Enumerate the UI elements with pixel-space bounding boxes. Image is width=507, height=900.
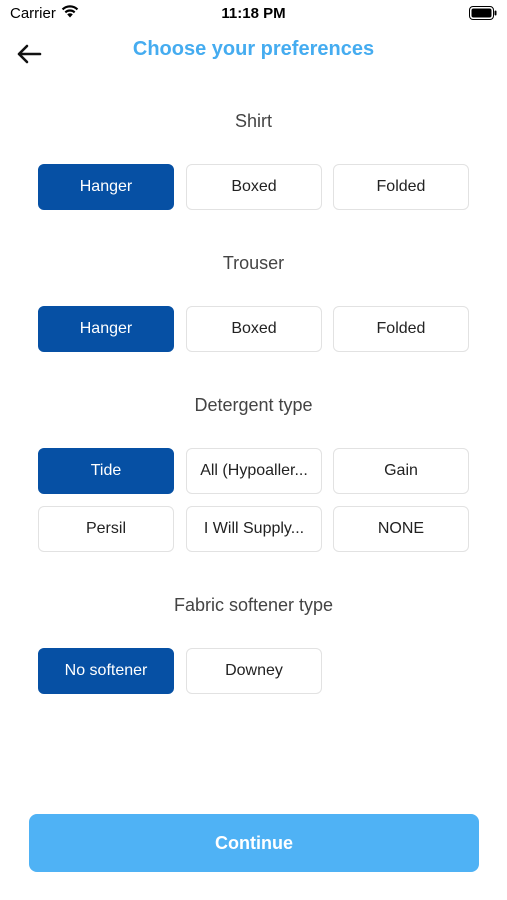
trouser-option-folded[interactable]: Folded bbox=[333, 306, 469, 352]
continue-button[interactable]: Continue bbox=[29, 814, 479, 872]
softener-option-no-softener[interactable]: No softener bbox=[38, 648, 174, 694]
status-bar: Carrier 11:18 PM bbox=[0, 0, 507, 30]
detergent-option-none[interactable]: NONE bbox=[333, 506, 469, 552]
detergent-option-tide[interactable]: Tide bbox=[38, 448, 174, 494]
section-title-fabric-softener: Fabric softener type bbox=[173, 595, 334, 615]
section-title-trouser: Trouser bbox=[222, 253, 285, 273]
shirt-option-hanger[interactable]: Hanger bbox=[38, 164, 174, 210]
battery-icon bbox=[469, 6, 497, 25]
trouser-option-boxed[interactable]: Boxed bbox=[186, 306, 322, 352]
softener-option-downey[interactable]: Downey bbox=[186, 648, 322, 694]
shirt-option-boxed[interactable]: Boxed bbox=[186, 164, 322, 210]
shirt-option-folded[interactable]: Folded bbox=[333, 164, 469, 210]
detergent-option-gain[interactable]: Gain bbox=[333, 448, 469, 494]
detergent-option-i-will-supply[interactable]: I Will Supply... bbox=[186, 506, 322, 552]
trouser-option-hanger[interactable]: Hanger bbox=[38, 306, 174, 352]
detergent-option-persil[interactable]: Persil bbox=[38, 506, 174, 552]
section-title-shirt: Shirt bbox=[234, 111, 272, 131]
detergent-option-all-hypoallergenic[interactable]: All (Hypoaller... bbox=[186, 448, 322, 494]
section-title-detergent: Detergent type bbox=[194, 395, 313, 415]
status-time: 11:18 PM bbox=[221, 5, 286, 22]
page-title: Choose your preferences bbox=[132, 38, 375, 60]
